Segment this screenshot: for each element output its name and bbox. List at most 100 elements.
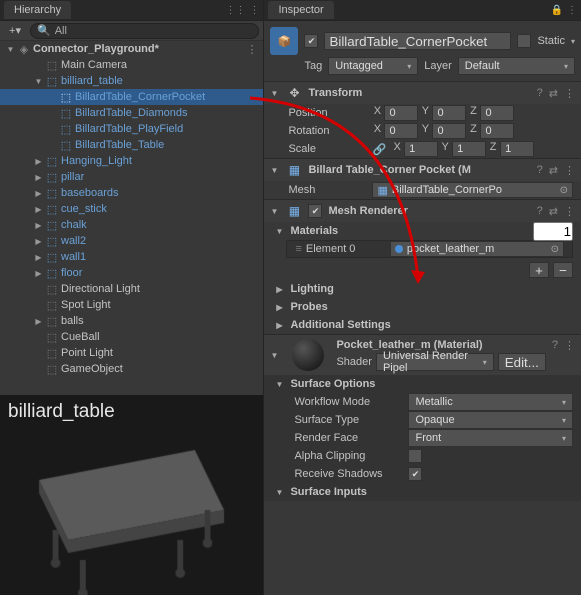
menu-icon[interactable]: ⋮	[567, 5, 577, 16]
tag-dropdown[interactable]: Untagged▾	[328, 57, 418, 75]
z-input[interactable]	[500, 141, 534, 157]
help-icon[interactable]: ?	[537, 164, 543, 177]
static-checkbox[interactable]	[517, 34, 531, 48]
link-icon[interactable]: 🔗	[372, 143, 386, 156]
hierarchy-item[interactable]: balls	[0, 313, 263, 329]
help-icon[interactable]: ?	[537, 87, 543, 100]
hierarchy-item[interactable]: wall2	[0, 233, 263, 249]
hierarchy-item[interactable]: pillar	[0, 169, 263, 185]
meshrenderer-header[interactable]: ▼ ▦ Mesh Renderer ?⇄⋮	[264, 200, 581, 222]
lock-icon[interactable]: ⋮⋮	[225, 5, 245, 16]
foldout-icon[interactable]	[32, 237, 45, 246]
property-checkbox[interactable]	[408, 467, 422, 481]
foldout-icon[interactable]: ▶	[274, 321, 284, 330]
foldout-icon[interactable]: ▼	[274, 227, 284, 236]
foldout-icon[interactable]	[32, 157, 45, 166]
inspector-tab[interactable]: Inspector	[268, 1, 333, 19]
x-input[interactable]	[384, 123, 418, 139]
hierarchy-item[interactable]: CueBall	[0, 329, 263, 345]
menu-icon[interactable]: ⋮	[564, 164, 575, 177]
menu-icon[interactable]: ⋮	[564, 205, 575, 218]
shader-dropdown[interactable]: Universal Render Pipel▾	[376, 353, 494, 371]
x-input[interactable]	[384, 105, 418, 121]
hierarchy-item[interactable]: Directional Light	[0, 281, 263, 297]
hierarchy-item[interactable]: Main Camera	[0, 57, 263, 73]
mesh-objectfield[interactable]: ▦BillardTable_CornerPo⊙	[372, 182, 573, 198]
foldout-icon[interactable]	[32, 269, 45, 278]
property-dropdown[interactable]: Metallic▾	[408, 393, 573, 411]
static-dropdown-icon[interactable]: ▾	[571, 37, 575, 46]
y-input[interactable]	[432, 123, 466, 139]
hierarchy-item[interactable]: Point Light	[0, 345, 263, 361]
preset-icon[interactable]: ⇄	[549, 87, 558, 100]
drag-handle-icon[interactable]: ≡	[295, 243, 301, 255]
property-checkbox[interactable]	[408, 449, 422, 463]
foldout-icon[interactable]: ▼	[274, 488, 284, 497]
hierarchy-item[interactable]: Spot Light	[0, 297, 263, 313]
add-button[interactable]: +	[529, 262, 549, 278]
hierarchy-item[interactable]: chalk	[0, 217, 263, 233]
enable-checkbox[interactable]	[308, 204, 322, 218]
foldout-icon[interactable]: ▼	[270, 89, 280, 98]
menu-icon[interactable]: ⋮	[249, 5, 259, 16]
foldout-icon[interactable]: ▶	[274, 285, 284, 294]
hierarchy-item[interactable]: BillardTable_CornerPocket	[0, 89, 263, 105]
scene-row[interactable]: Connector_Playground* ⋮	[0, 41, 263, 57]
surfaceoptions-header[interactable]: ▼Surface Options	[264, 375, 581, 393]
material-header[interactable]: ▼ Pocket_leather_m (Material) Shader Uni…	[264, 335, 581, 375]
property-dropdown[interactable]: Front▾	[408, 429, 573, 447]
hierarchy-item[interactable]: cue_stick	[0, 201, 263, 217]
foldout-icon[interactable]	[32, 189, 45, 198]
foldout-icon[interactable]	[32, 221, 45, 230]
foldout-icon[interactable]	[32, 253, 45, 262]
foldout-icon[interactable]: ▼	[270, 351, 280, 360]
foldout-icon[interactable]: ▼	[274, 380, 284, 389]
y-input[interactable]	[432, 105, 466, 121]
probes-header[interactable]: ▶Probes	[264, 298, 581, 316]
create-button[interactable]: +▾	[4, 24, 26, 37]
hierarchy-item[interactable]: billiard_table	[0, 73, 263, 89]
remove-button[interactable]: −	[553, 262, 573, 278]
foldout-icon[interactable]	[32, 205, 45, 214]
gameobject-name-input[interactable]	[324, 32, 511, 50]
transform-header[interactable]: ▼ ✥ Transform ?⇄⋮	[264, 82, 581, 104]
foldout-icon[interactable]	[32, 317, 45, 326]
preset-icon[interactable]: ⇄	[549, 164, 558, 177]
menu-icon[interactable]: ⋮	[564, 87, 575, 100]
foldout-icon[interactable]: ▶	[274, 303, 284, 312]
hierarchy-item[interactable]: wall1	[0, 249, 263, 265]
z-input[interactable]	[480, 105, 514, 121]
property-dropdown[interactable]: Opaque▾	[408, 411, 573, 429]
foldout-icon[interactable]: ▼	[270, 166, 280, 175]
surfaceinputs-header[interactable]: ▼Surface Inputs	[264, 483, 581, 501]
x-input[interactable]	[404, 141, 438, 157]
materials-header[interactable]: ▼Materials	[264, 222, 581, 240]
preset-icon[interactable]: ⇄	[549, 205, 558, 218]
z-input[interactable]	[480, 123, 514, 139]
foldout-icon[interactable]	[32, 173, 45, 182]
help-icon[interactable]: ?	[552, 339, 558, 352]
layer-dropdown[interactable]: Default▾	[458, 57, 575, 75]
lock-icon[interactable]: 🔒	[551, 5, 563, 16]
foldout-icon[interactable]: ▼	[270, 207, 280, 216]
hierarchy-tab[interactable]: Hierarchy	[4, 1, 71, 19]
edit-shader-button[interactable]: Edit...	[498, 353, 546, 371]
foldout-icon[interactable]	[32, 77, 45, 86]
hierarchy-item[interactable]: GameObject	[0, 361, 263, 377]
foldout-icon[interactable]	[4, 45, 17, 54]
help-icon[interactable]: ?	[537, 205, 543, 218]
materials-count[interactable]	[533, 222, 573, 241]
hierarchy-item[interactable]: floor	[0, 265, 263, 281]
hierarchy-item[interactable]: BillardTable_PlayField	[0, 121, 263, 137]
material-objectfield[interactable]: pocket_leather_m⊙	[390, 241, 564, 257]
active-checkbox[interactable]	[304, 34, 318, 48]
object-picker-icon[interactable]: ⊙	[551, 244, 559, 255]
lighting-header[interactable]: ▶Lighting	[264, 280, 581, 298]
object-picker-icon[interactable]: ⊙	[560, 185, 568, 196]
additional-header[interactable]: ▶Additional Settings	[264, 316, 581, 334]
hierarchy-search[interactable]: 🔍All	[30, 23, 259, 39]
hierarchy-item[interactable]: BillardTable_Diamonds	[0, 105, 263, 121]
scene-menu-icon[interactable]: ⋮	[246, 43, 257, 56]
hierarchy-item[interactable]: BillardTable_Table	[0, 137, 263, 153]
hierarchy-item[interactable]: baseboards	[0, 185, 263, 201]
